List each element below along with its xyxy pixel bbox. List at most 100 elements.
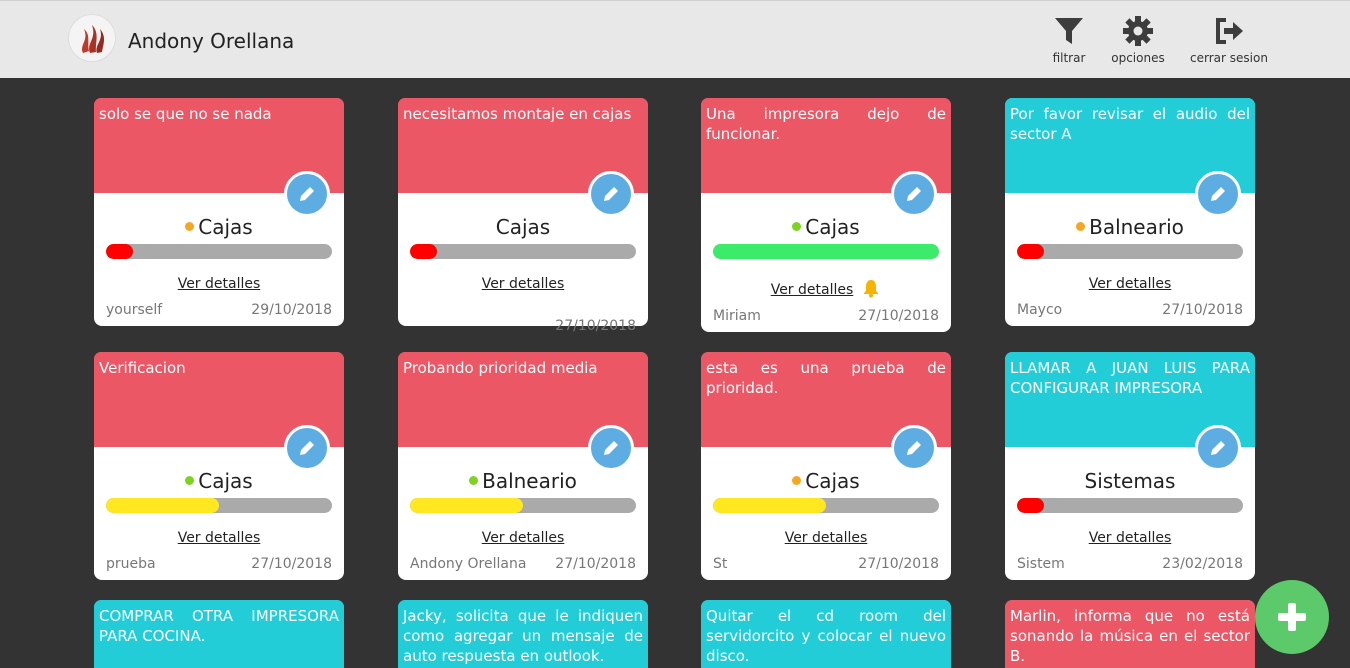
view-details-link[interactable]: Ver detalles	[1005, 276, 1255, 292]
ticket-date: 23/02/2018	[1162, 556, 1243, 572]
edit-button[interactable]	[588, 171, 634, 217]
ticket-category: Cajas	[94, 469, 344, 493]
progress-bar	[106, 498, 332, 513]
progress-bar	[1017, 244, 1243, 259]
bell-icon	[861, 278, 881, 302]
view-details-link[interactable]: Ver detalles	[398, 530, 648, 546]
progress-bar	[1017, 498, 1243, 513]
ticket-date: 29/10/2018	[251, 302, 332, 318]
ticket-card: Marlin, informa que no está sonando la m…	[1005, 600, 1255, 668]
sign-out-icon	[1190, 15, 1268, 49]
pencil-icon	[1211, 441, 1225, 455]
ticket-user: St	[713, 556, 728, 572]
options-button[interactable]: opciones	[1110, 15, 1166, 71]
ticket-card: Verificacion Cajas Ver detalles prueba 27…	[94, 352, 344, 580]
priority-dot	[792, 476, 802, 485]
priority-dot	[1076, 222, 1086, 231]
progress-fill	[106, 498, 219, 513]
pencil-icon	[300, 441, 314, 455]
edit-button[interactable]	[284, 425, 330, 471]
ticket-category: Cajas	[701, 215, 951, 239]
ticket-user: prueba	[106, 556, 156, 572]
ticket-user: Andony Orellana	[410, 556, 527, 572]
edit-button[interactable]	[284, 171, 330, 217]
progress-bar	[713, 498, 939, 513]
funnel-icon	[1050, 15, 1088, 49]
ticket-card: LLAMAR A JUAN LUIS PARA CONFIGURAR IMPRE…	[1005, 352, 1255, 580]
ticket-footer: Andony Orellana 27/10/2018	[410, 556, 636, 572]
edit-button[interactable]	[1195, 425, 1241, 471]
ticket-footer: prueba 27/10/2018	[106, 556, 332, 572]
ticket-card: COMPRAR OTRA IMPRESORA PARA COCINA.	[94, 600, 344, 668]
ticket-category: Cajas	[94, 215, 344, 239]
ticket-card: Una impresora dejo de funcionar. Cajas V…	[701, 98, 951, 332]
pencil-icon	[604, 187, 618, 201]
logout-button[interactable]: cerrar sesion	[1190, 15, 1268, 71]
user-name: Andony Orellana	[128, 29, 295, 53]
ticket-category: Sistemas	[1084, 469, 1176, 493]
progress-bar	[410, 498, 636, 513]
progress-fill	[410, 244, 438, 259]
ticket-date: 27/10/2018	[858, 556, 939, 572]
pencil-icon	[907, 441, 921, 455]
ticket-category: Balneario	[1005, 215, 1255, 239]
priority-dot	[792, 222, 802, 231]
ticket-user: Mayco	[1017, 302, 1063, 318]
ticket-card: solo se que no se nada Cajas Ver detalle…	[94, 98, 344, 326]
view-details-link[interactable]: Ver detalles	[94, 276, 344, 292]
priority-dot	[185, 222, 195, 231]
pencil-icon	[1211, 187, 1225, 201]
ticket-footer: St 27/10/2018	[713, 556, 939, 572]
ticket-date: 27/10/2018	[251, 556, 332, 572]
progress-bar	[410, 244, 636, 259]
pencil-icon	[604, 441, 618, 455]
ticket-description: Jacky, solicita que le indiquen como agr…	[398, 600, 648, 668]
progress-fill	[106, 244, 134, 259]
ticket-user: Sistem	[1017, 556, 1065, 572]
ticket-date: 27/10/2018	[858, 308, 939, 324]
ticket-category: Cajas	[495, 215, 551, 239]
ticket-category: Balneario	[398, 469, 648, 493]
edit-button[interactable]	[891, 171, 937, 217]
filter-label: filtrar	[1052, 51, 1086, 65]
view-details-link[interactable]: Ver detalles	[701, 278, 951, 302]
view-details-link[interactable]: Ver detalles	[1005, 530, 1255, 546]
priority-dot	[185, 476, 195, 485]
edit-button[interactable]	[891, 425, 937, 471]
ticket-date: 27/10/2018	[555, 556, 636, 572]
view-details-link[interactable]: Ver detalles	[94, 530, 344, 546]
ticket-date: 27/10/2018	[555, 318, 636, 334]
filter-button[interactable]: filtrar	[1050, 15, 1088, 71]
pencil-icon	[300, 187, 314, 201]
view-details-link[interactable]: Ver detalles	[701, 530, 951, 546]
ticket-footer: Miriam 27/10/2018	[713, 308, 939, 324]
plus-icon	[1278, 603, 1306, 631]
progress-bar	[106, 244, 332, 259]
ticket-card: esta es una prueba de prioridad. Cajas V…	[701, 352, 951, 580]
ticket-footer: Sistem 23/02/2018	[1017, 556, 1243, 572]
add-ticket-button[interactable]	[1255, 580, 1329, 654]
edit-button[interactable]	[1195, 171, 1241, 217]
ticket-description: Marlin, informa que no está sonando la m…	[1005, 600, 1255, 668]
ticket-category: Cajas	[701, 469, 951, 493]
ticket-footer: Mayco 27/10/2018	[1017, 302, 1243, 318]
ticket-card: Por favor revisar el audio del sector A …	[1005, 98, 1255, 326]
edit-button[interactable]	[588, 425, 634, 471]
progress-bar	[713, 244, 939, 259]
ticket-card: Quitar el cd room del servidorcito y col…	[701, 600, 951, 668]
logout-label: cerrar sesion	[1190, 51, 1268, 65]
progress-fill	[713, 498, 826, 513]
ticket-date: 27/10/2018	[1162, 302, 1243, 318]
ticket-footer: yourself 29/10/2018	[106, 302, 332, 318]
progress-fill	[713, 244, 939, 259]
progress-fill	[410, 498, 523, 513]
ticket-card: necesitamos montaje en cajas Cajas Ver d…	[398, 98, 648, 334]
ticket-description: COMPRAR OTRA IMPRESORA PARA COCINA.	[94, 600, 344, 668]
app-logo	[68, 14, 116, 62]
progress-fill	[1017, 244, 1045, 259]
ticket-description: Quitar el cd room del servidorcito y col…	[701, 600, 951, 668]
priority-dot	[469, 476, 479, 485]
options-label: opciones	[1111, 51, 1165, 65]
view-details-link[interactable]: Ver detalles	[398, 276, 648, 292]
ticket-card: Jacky, solicita que le indiquen como agr…	[398, 600, 648, 668]
